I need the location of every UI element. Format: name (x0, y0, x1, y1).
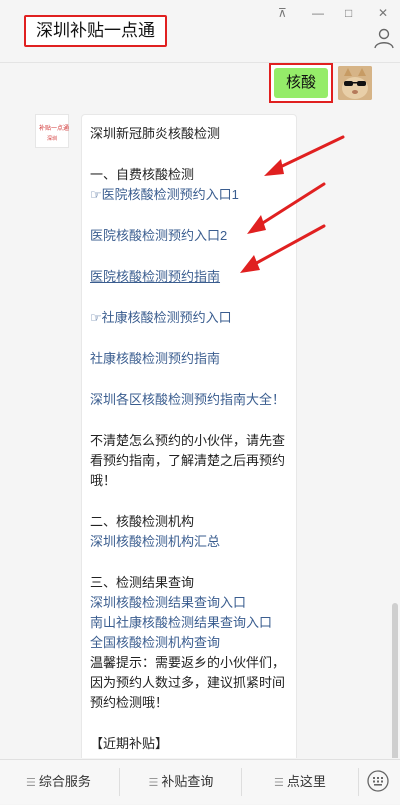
arrow-1 (274, 135, 345, 171)
arrowhead-2 (247, 215, 266, 234)
menu-list-icon: ☰ (148, 777, 159, 789)
arrowhead-1 (264, 159, 284, 176)
arrow-3 (249, 224, 326, 268)
annotation-arrows (240, 135, 345, 273)
menu-list-icon: ☰ (274, 777, 284, 789)
menu-subsidy-query[interactable]: ☰ 补贴查询 (122, 760, 240, 804)
bottom-menu: ☰ 综合服务 ☰ 补贴查询 ☰ 点这里 (0, 759, 400, 804)
arrowhead-3 (240, 255, 260, 273)
menu-comprehensive-services[interactable]: ☰ 综合服务 (0, 760, 117, 804)
arrow-2 (256, 182, 326, 228)
menu-list-icon: ☰ (26, 777, 36, 789)
menu-click-here[interactable]: ☰ 点这里 (244, 760, 356, 804)
keyboard-icon[interactable] (367, 770, 389, 792)
